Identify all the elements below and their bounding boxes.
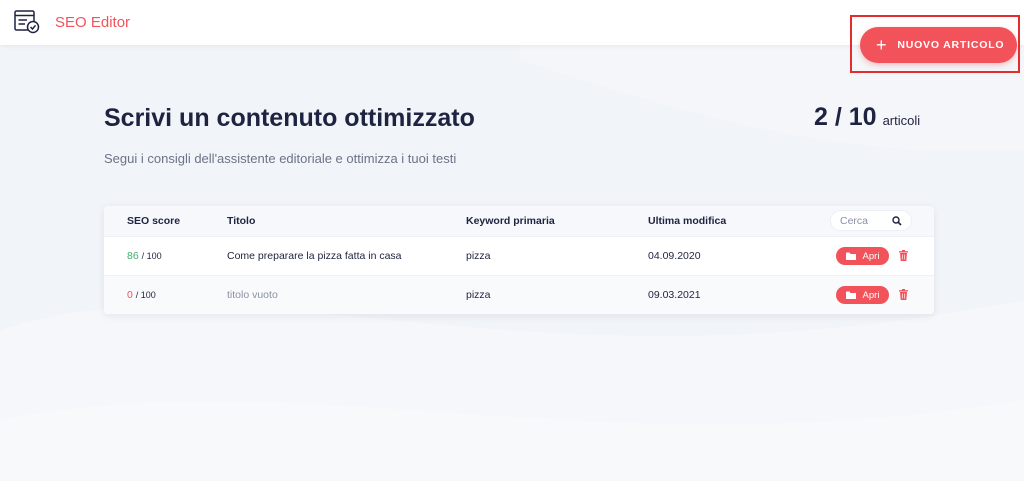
last-modified: 04.09.2020	[648, 250, 701, 262]
new-article-label: NUOVO ARTICOLO	[897, 39, 1005, 51]
table-row: 0 / 100 titolo vuoto pizza 09.03.2021 Ap…	[104, 275, 934, 314]
table-row: 86 / 100 Come preparare la pizza fatta i…	[104, 236, 934, 275]
folder-icon	[845, 252, 856, 260]
open-button[interactable]: Apri	[836, 247, 889, 265]
open-button-label: Apri	[862, 289, 880, 301]
article-count-suffix: articoli	[882, 113, 921, 128]
last-modified: 09.03.2021	[648, 289, 701, 301]
primary-keyword: pizza	[466, 289, 491, 301]
page-subtitle: Segui i consigli dell'assistente editori…	[104, 151, 457, 166]
column-header-keyword[interactable]: Keyword primaria	[466, 215, 555, 227]
article-count: 2 / 10	[814, 103, 877, 131]
new-article-button[interactable]: + NUOVO ARTICOLO	[860, 27, 1017, 63]
column-header-score[interactable]: SEO score	[127, 215, 180, 227]
seo-score-max: / 100	[141, 251, 162, 261]
table-header: SEO score Titolo Keyword primaria Ultima…	[104, 206, 934, 236]
seo-score-value: 0	[127, 289, 133, 301]
article-title: titolo vuoto	[227, 289, 278, 301]
article-counter: 2 / 10 articoli	[814, 103, 920, 132]
search-box	[830, 210, 912, 231]
search-icon[interactable]	[892, 215, 902, 226]
document-check-icon[interactable]	[14, 10, 40, 34]
open-button-label: Apri	[862, 250, 880, 262]
seo-score: 86 / 100	[127, 250, 162, 262]
seo-score-max: / 100	[135, 290, 156, 300]
articles-table: SEO score Titolo Keyword primaria Ultima…	[104, 206, 934, 314]
open-button[interactable]: Apri	[836, 286, 889, 304]
search-input[interactable]	[840, 214, 888, 227]
article-title: Come preparare la pizza fatta in casa	[227, 250, 402, 262]
seo-score: 0 / 100	[127, 289, 156, 301]
primary-keyword: pizza	[466, 250, 491, 262]
column-header-title[interactable]: Titolo	[227, 215, 255, 227]
page-title: Scrivi un contenuto ottimizzato	[104, 104, 475, 132]
trash-icon[interactable]	[899, 289, 908, 300]
folder-icon	[845, 291, 856, 299]
seo-score-value: 86	[127, 250, 139, 262]
app-title: SEO Editor	[55, 14, 131, 31]
column-header-modified[interactable]: Ultima modifica	[648, 215, 726, 227]
plus-icon: +	[876, 35, 888, 55]
trash-icon[interactable]	[899, 250, 908, 261]
